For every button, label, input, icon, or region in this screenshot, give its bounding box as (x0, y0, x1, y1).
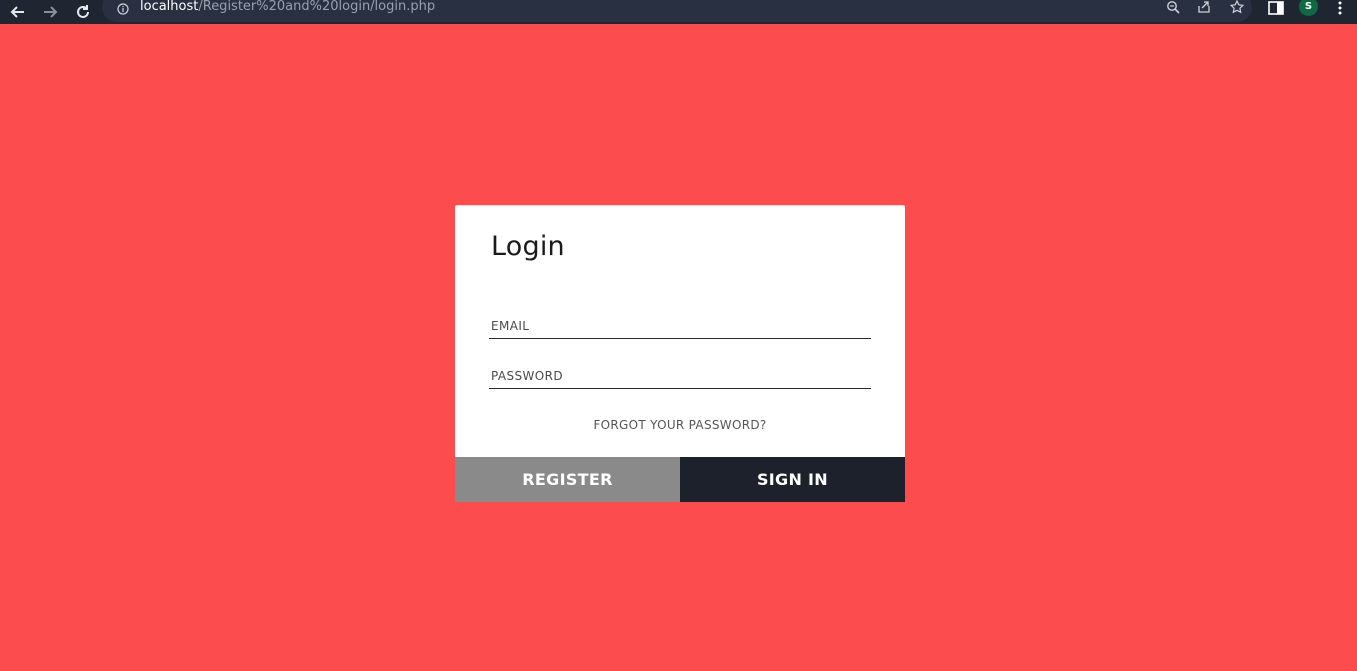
side-panel-icon[interactable] (1268, 0, 1284, 15)
login-title: Login (491, 231, 565, 262)
profile-avatar[interactable]: S (1299, 0, 1318, 16)
reload-icon[interactable] (71, 0, 95, 24)
bookmark-star-icon[interactable] (1229, 0, 1245, 14)
back-arrow-icon[interactable] (6, 0, 30, 24)
site-info-icon[interactable] (117, 0, 129, 15)
login-card: Login FORGOT YOUR PASSWORD? REGISTER SIG… (455, 205, 905, 502)
browser-toolbar: localhost/Register%20and%20login/login.p… (0, 0, 1357, 24)
sign-in-button[interactable]: SIGN IN (680, 457, 905, 502)
password-input[interactable] (489, 363, 871, 389)
forgot-password-link[interactable]: FORGOT YOUR PASSWORD? (455, 418, 905, 432)
url-path: /Register%20and%20login/login.php (198, 0, 436, 14)
url-host: localhost (140, 0, 199, 14)
register-button[interactable]: REGISTER (455, 457, 680, 502)
zoom-icon[interactable] (1165, 0, 1181, 14)
share-icon[interactable] (1196, 0, 1212, 14)
url-text[interactable]: localhost/Register%20and%20login/login.p… (140, 0, 435, 15)
forward-arrow-icon[interactable] (38, 0, 62, 24)
email-input[interactable] (489, 313, 871, 339)
more-menu-icon[interactable] (1334, 0, 1346, 15)
